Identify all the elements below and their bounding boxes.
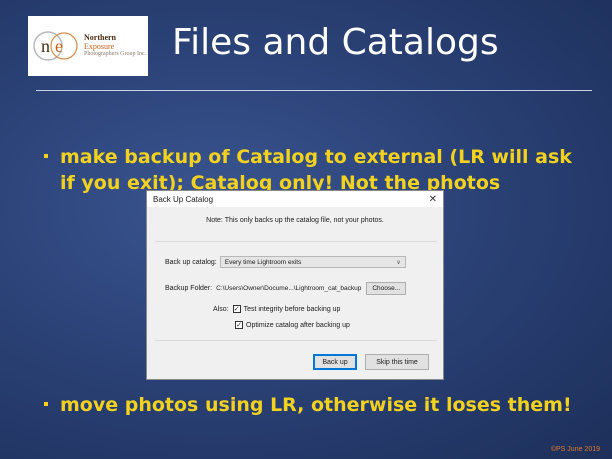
close-icon[interactable]: ✕ [429,194,437,205]
backup-folder-label: Backup Folder: [165,285,213,292]
test-integrity-row: Also: ✓ Test integrity before backing up [213,305,340,313]
back-up-button[interactable]: Back up [313,354,357,370]
bullet-marker-icon [44,154,48,158]
dialog-note: Note: This only backs up the catalog fil… [206,217,384,224]
svg-text:e: e [55,36,63,56]
backup-catalog-row: Back up catalog: Every time Lightroom ex… [165,256,406,268]
backup-frequency-select[interactable]: Every time Lightroom exits ∨ [219,256,406,268]
backup-frequency-value: Every time Lightroom exits [224,258,302,266]
copyright-notice: ©PS June 2019 [550,446,600,453]
optimize-catalog-checkbox[interactable]: ✓ [235,321,243,329]
bullet-marker-icon [44,402,48,406]
optimize-catalog-label: Optimize catalog after backing up [246,321,350,329]
skip-this-time-button[interactable]: Skip this time [365,354,429,370]
logo-subtitle: Photographers Group Inc. [84,51,147,58]
svg-text:n: n [41,36,50,56]
bullet-text: make backup of Catalog to external (LR w… [60,146,572,194]
backup-catalog-label: Back up catalog: [165,258,217,266]
title-divider [36,90,592,91]
logo-brand-word2: Exposure [84,41,115,51]
backup-folder-row: Backup Folder: C:\Users\Owner\Docume...\… [165,282,407,295]
logo: n e Northern Exposure Photographers Grou… [28,16,148,76]
backup-folder-path: C:\Users\Owner\Docume...\Lightroom_cat_b… [216,285,362,292]
optimize-catalog-row: ✓ Optimize catalog after backing up [235,321,350,329]
logo-text: Northern Exposure Photographers Group In… [84,34,148,57]
test-integrity-checkbox[interactable]: ✓ [232,305,241,313]
choose-folder-button[interactable]: Choose... [366,282,407,295]
test-integrity-label: Test integrity before backing up [243,305,341,313]
backup-catalog-dialog: Back Up Catalog ✕ Note: This only backs … [146,190,444,380]
dialog-titlebar: Back Up Catalog ✕ [147,191,443,207]
also-label: Also: [213,305,229,313]
bullet-item: make backup of Catalog to external (LR w… [44,144,590,196]
chevron-down-icon: ∨ [396,259,401,266]
backup-options-group: Back up catalog: Every time Lightroom ex… [155,241,437,341]
dialog-title: Back Up Catalog [153,194,214,204]
slide-title: Files and Catalogs [172,22,499,63]
ne-monogram-logo: n e [32,28,80,64]
bullet-item: move photos using LR, otherwise it loses… [44,392,590,418]
bullet-text: move photos using LR, otherwise it loses… [60,394,572,416]
